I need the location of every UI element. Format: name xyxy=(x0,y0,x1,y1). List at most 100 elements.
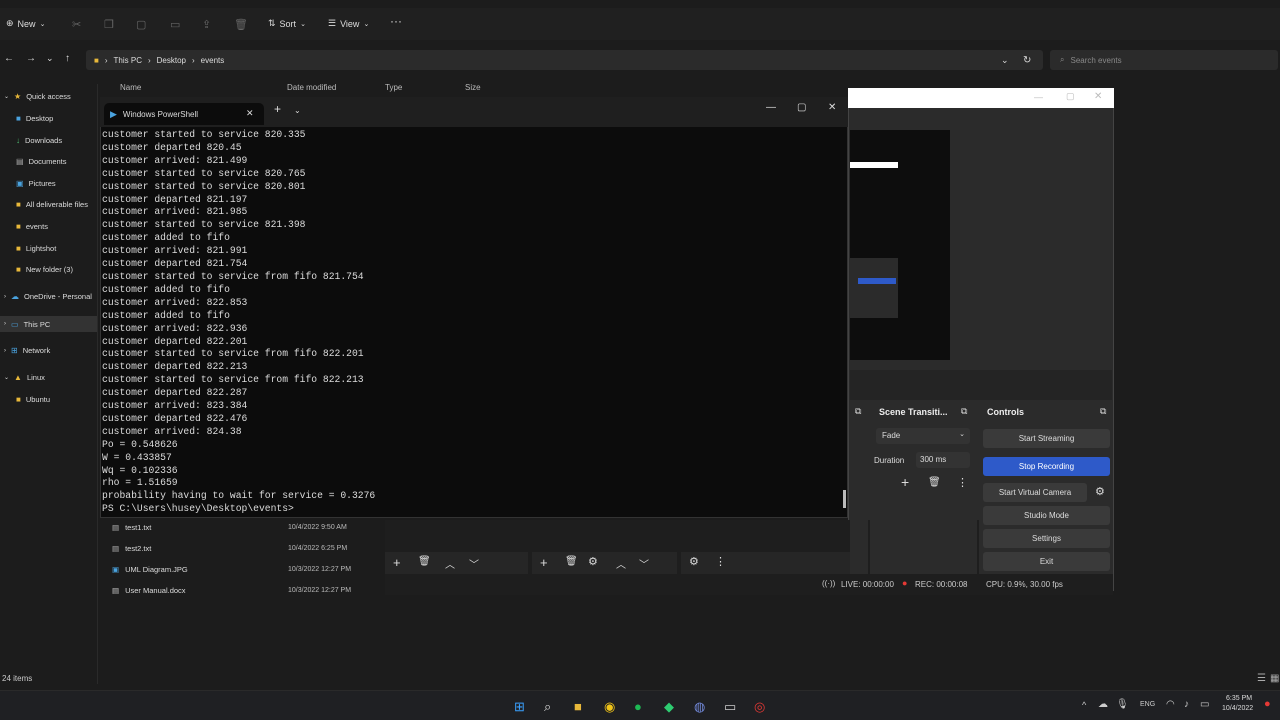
undock-icon[interactable]: ⧉ xyxy=(855,406,861,417)
sidebar-item-documents[interactable]: ▤ Documents xyxy=(16,157,67,166)
maximize-icon[interactable]: ▢ xyxy=(1066,91,1075,102)
gear-icon[interactable]: ⚙ xyxy=(588,555,598,568)
tiles-view-icon[interactable]: ▦ xyxy=(1270,673,1279,684)
sidebar-item-all-deliverable-files[interactable]: ■ All deliverable files xyxy=(16,200,88,209)
sidebar-item-ubuntu[interactable]: ■ Ubuntu xyxy=(16,395,50,404)
chevron-up-icon[interactable]: ^ xyxy=(1082,700,1086,710)
copy-icon[interactable]: ❐ xyxy=(104,18,114,31)
add-scene-icon[interactable]: + xyxy=(393,555,401,570)
search-input[interactable]: ⌕ Search events xyxy=(1050,50,1278,70)
delete-transition-icon[interactable]: 🗑 xyxy=(928,477,941,488)
more-options-icon[interactable]: ⋮ xyxy=(715,555,726,568)
breadcrumb-events[interactable]: events xyxy=(201,56,225,65)
file-explorer-icon[interactable]: ■ xyxy=(574,699,582,714)
sidebar-item-new-folder[interactable]: ■ New folder (3) xyxy=(16,265,73,274)
move-down-icon[interactable]: ﹀ xyxy=(469,556,479,571)
sort-button[interactable]: ⇅ Sort ⌄ xyxy=(268,18,306,29)
notification-icon[interactable]: ● xyxy=(1264,698,1271,710)
move-down-icon[interactable]: ﹀ xyxy=(639,556,649,571)
forward-icon[interactable]: → xyxy=(26,53,36,64)
add-source-icon[interactable]: + xyxy=(540,555,548,570)
obs-icon[interactable]: ◎ xyxy=(754,699,765,715)
start-virtual-camera-button[interactable]: Start Virtual Camera xyxy=(983,483,1087,502)
cloud-icon[interactable]: ☁ xyxy=(1098,699,1108,710)
column-date[interactable]: Date modified xyxy=(287,83,336,92)
breadcrumb-desktop[interactable]: Desktop xyxy=(157,56,186,65)
terminal-output[interactable]: customer started to service 820.335 custo… xyxy=(102,129,842,517)
delete-source-icon[interactable]: 🗑 xyxy=(565,556,578,567)
app-icon[interactable]: ◆ xyxy=(664,699,674,715)
chevron-down-icon[interactable]: ⌄ xyxy=(1001,55,1009,66)
tab-powershell[interactable]: ▶ Windows PowerShell ✕ xyxy=(104,103,264,125)
sidebar-item-quick-access[interactable]: ⌄ ★ Quick access xyxy=(4,92,71,101)
sidebar-item-downloads[interactable]: ↓ Downloads xyxy=(16,136,62,145)
sidebar-item-desktop[interactable]: ■ Desktop xyxy=(16,114,53,123)
chrome-icon[interactable]: ◉ xyxy=(604,699,615,715)
clock-time[interactable]: 6:35 PM xyxy=(1226,695,1252,702)
column-name[interactable]: Name xyxy=(120,83,141,92)
sidebar-item-network[interactable]: › ⊞ Network xyxy=(4,346,50,355)
wifi-icon[interactable]: ◠ xyxy=(1166,699,1175,710)
maximize-icon[interactable]: ▢ xyxy=(797,102,806,113)
list-item[interactable]: ▤ User Manual.docx xyxy=(112,586,186,595)
minimize-icon[interactable]: — xyxy=(766,102,776,113)
windows-start-icon[interactable]: ⊞ xyxy=(514,699,525,715)
microphone-icon[interactable]: 🎙 xyxy=(1116,699,1129,710)
studio-mode-button[interactable]: Studio Mode xyxy=(983,506,1110,525)
sidebar-item-onedrive[interactable]: › ☁ OneDrive - Personal xyxy=(4,292,92,301)
list-item[interactable]: ▤ test1.txt xyxy=(112,523,151,532)
more-options-icon[interactable]: ⋮ xyxy=(957,476,968,489)
rename-icon[interactable]: ▭ xyxy=(170,18,180,31)
breadcrumb-this-pc[interactable]: This PC xyxy=(114,56,142,65)
clock-date[interactable]: 10/4/2022 xyxy=(1222,705,1253,712)
terminal-icon[interactable]: ▭ xyxy=(724,699,736,715)
sidebar-item-pictures[interactable]: ▣ Pictures xyxy=(16,179,56,188)
close-tab-icon[interactable]: ✕ xyxy=(246,108,254,119)
discord-icon[interactable]: ◍ xyxy=(694,699,705,715)
transition-select[interactable]: Fade ⌄ xyxy=(876,428,970,444)
undock-icon[interactable]: ⧉ xyxy=(1100,406,1106,417)
spotify-icon[interactable]: ● xyxy=(634,699,642,714)
minimize-icon[interactable]: — xyxy=(1034,92,1043,102)
list-item[interactable]: ▣ UML Diagram.JPG xyxy=(112,565,188,574)
sidebar-item-linux[interactable]: ⌄ ▲ Linux xyxy=(4,373,45,382)
battery-icon[interactable]: ▭ xyxy=(1200,699,1209,710)
close-icon[interactable]: ✕ xyxy=(1094,91,1102,102)
new-tab-icon[interactable]: + xyxy=(274,102,281,116)
start-streaming-button[interactable]: Start Streaming xyxy=(983,429,1110,448)
close-icon[interactable]: ✕ xyxy=(828,102,836,113)
sidebar-item-events[interactable]: ■ events xyxy=(16,222,48,231)
up-icon[interactable]: ↑ xyxy=(65,53,70,64)
terminal-scrollbar[interactable] xyxy=(843,490,846,508)
cut-icon[interactable]: ✂ xyxy=(72,18,81,31)
sidebar-item-this-pc[interactable]: › ▭ This PC xyxy=(0,316,97,332)
settings-button[interactable]: Settings xyxy=(983,529,1110,548)
back-icon[interactable]: ← xyxy=(4,53,14,64)
move-up-icon[interactable]: ︿ xyxy=(445,556,455,571)
more-button[interactable]: ··· xyxy=(390,14,402,28)
sidebar-item-lightshot[interactable]: ■ Lightshot xyxy=(16,244,56,253)
details-view-icon[interactable]: ☰ xyxy=(1257,673,1266,684)
delete-icon[interactable]: 🗑 xyxy=(234,18,248,31)
recent-icon[interactable]: ⌄ xyxy=(46,53,54,64)
delete-scene-icon[interactable]: 🗑 xyxy=(418,556,431,567)
paste-icon[interactable]: ▢ xyxy=(136,18,146,31)
search-icon[interactable]: ⌕ xyxy=(544,699,551,715)
exit-button[interactable]: Exit xyxy=(983,552,1110,571)
new-button[interactable]: ⊕ New ⌄ xyxy=(6,18,45,29)
speaker-icon[interactable]: ♪ xyxy=(1184,699,1189,710)
virtual-camera-settings-icon[interactable]: ⚙ xyxy=(1095,485,1105,498)
stop-recording-button[interactable]: Stop Recording xyxy=(983,457,1110,476)
move-up-icon[interactable]: ︿ xyxy=(616,556,626,571)
share-icon[interactable]: ⇪ xyxy=(202,18,211,31)
add-transition-icon[interactable]: + xyxy=(901,474,909,490)
column-size[interactable]: Size xyxy=(465,83,481,92)
duration-stepper[interactable]: 300 ms xyxy=(916,452,970,468)
chevron-down-icon[interactable]: ⌄ xyxy=(294,106,301,115)
column-type[interactable]: Type xyxy=(385,83,402,92)
refresh-icon[interactable]: ↻ xyxy=(1023,55,1031,66)
language-indicator[interactable]: ENG xyxy=(1140,701,1155,708)
gear-icon[interactable]: ⚙ xyxy=(689,555,699,568)
list-item[interactable]: ▤ test2.txt xyxy=(112,544,151,553)
view-button[interactable]: ☰ View ⌄ xyxy=(328,18,369,29)
